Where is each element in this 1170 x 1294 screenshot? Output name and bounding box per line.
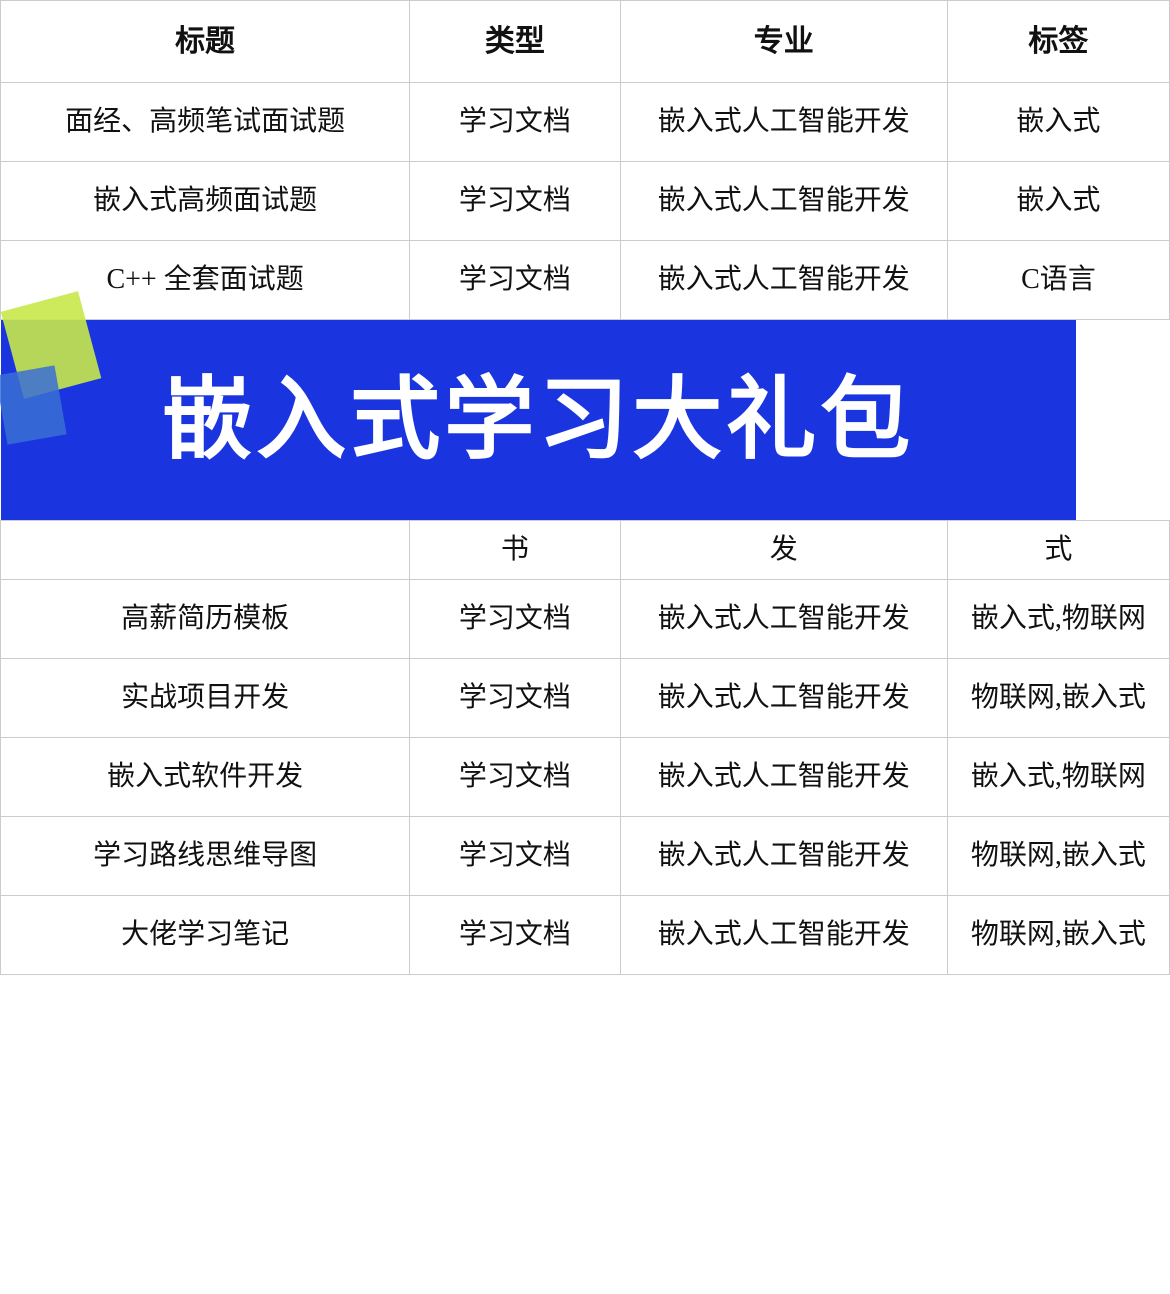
- cell-type: 学习文档: [410, 241, 620, 320]
- cell-title: 面经、高频笔试面试题: [1, 83, 410, 162]
- cell-partial-type: 书: [410, 521, 620, 580]
- table-header-row: 标题 类型 专业 标签: [1, 1, 1170, 83]
- cell-type: 学习文档: [410, 162, 620, 241]
- cell-major: 嵌入式人工智能开发: [620, 162, 947, 241]
- table-row: 面经、高频笔试面试题 学习文档 嵌入式人工智能开发 嵌入式: [1, 83, 1170, 162]
- cell-title: 学习路线思维导图: [1, 817, 410, 896]
- cell-title: 嵌入式高频面试题: [1, 162, 410, 241]
- banner-overlay: 嵌入式学习大礼包: [1, 320, 1076, 520]
- cell-partial-major: 发: [620, 521, 947, 580]
- table-row: 嵌入式软件开发 学习文档 嵌入式人工智能开发 嵌入式,物联网: [1, 738, 1170, 817]
- cell-partial-title: [1, 521, 410, 580]
- cell-title: 大佬学习笔记: [1, 896, 410, 975]
- table-row: C++ 全套面试题 学习文档 嵌入式人工智能开发 C语言: [1, 241, 1170, 320]
- header-type: 类型: [410, 1, 620, 83]
- cell-tag: 嵌入式,物联网: [947, 738, 1169, 817]
- cell-major: 嵌入式人工智能开发: [620, 241, 947, 320]
- content-table: 标题 类型 专业 标签 面经、高频笔试面试题 学习文档 嵌入式人工智能开发 嵌入…: [0, 0, 1170, 975]
- cell-title: 高薪简历模板: [1, 580, 410, 659]
- cell-title: 嵌入式软件开发: [1, 738, 410, 817]
- cell-partial-tag: 式: [947, 521, 1169, 580]
- cell-tag: C语言: [947, 241, 1169, 320]
- cell-tag: 物联网,嵌入式: [947, 659, 1169, 738]
- table-row: 大佬学习笔记 学习文档 嵌入式人工智能开发 物联网,嵌入式: [1, 896, 1170, 975]
- cell-type: 学习文档: [410, 659, 620, 738]
- cell-type: 学习文档: [410, 83, 620, 162]
- cell-major: 嵌入式人工智能开发: [620, 817, 947, 896]
- cell-tag: 嵌入式: [947, 83, 1169, 162]
- table-row: 高薪简历模板 学习文档 嵌入式人工智能开发 嵌入式,物联网: [1, 580, 1170, 659]
- header-major: 专业: [620, 1, 947, 83]
- cell-major: 嵌入式人工智能开发: [620, 896, 947, 975]
- cell-tag: 物联网,嵌入式: [947, 896, 1169, 975]
- header-tag: 标签: [947, 1, 1169, 83]
- table-row: 实战项目开发 学习文档 嵌入式人工智能开发 物联网,嵌入式: [1, 659, 1170, 738]
- banner-row: 嵌入式学习大礼包: [1, 320, 1170, 521]
- cell-type: 学习文档: [410, 817, 620, 896]
- cell-type: 学习文档: [410, 738, 620, 817]
- cell-major: 嵌入式人工智能开发: [620, 580, 947, 659]
- cell-major: 嵌入式人工智能开发: [620, 83, 947, 162]
- table-row: 学习路线思维导图 学习文档 嵌入式人工智能开发 物联网,嵌入式: [1, 817, 1170, 896]
- main-container: 标题 类型 专业 标签 面经、高频笔试面试题 学习文档 嵌入式人工智能开发 嵌入…: [0, 0, 1170, 975]
- cell-tag: 嵌入式,物联网: [947, 580, 1169, 659]
- sticker-blue-decoration: [0, 365, 66, 444]
- cell-major: 嵌入式人工智能开发: [620, 738, 947, 817]
- table-row: 嵌入式高频面试题 学习文档 嵌入式人工智能开发 嵌入式: [1, 162, 1170, 241]
- partial-row: 书 发 式: [1, 521, 1170, 580]
- cell-tag: 物联网,嵌入式: [947, 817, 1169, 896]
- cell-tag: 嵌入式: [947, 162, 1169, 241]
- cell-type: 学习文档: [410, 580, 620, 659]
- banner-text: 嵌入式学习大礼包: [162, 353, 914, 488]
- cell-type: 学习文档: [410, 896, 620, 975]
- banner-cell: 嵌入式学习大礼包: [1, 320, 1170, 521]
- header-title: 标题: [1, 1, 410, 83]
- cell-title: 实战项目开发: [1, 659, 410, 738]
- cell-major: 嵌入式人工智能开发: [620, 659, 947, 738]
